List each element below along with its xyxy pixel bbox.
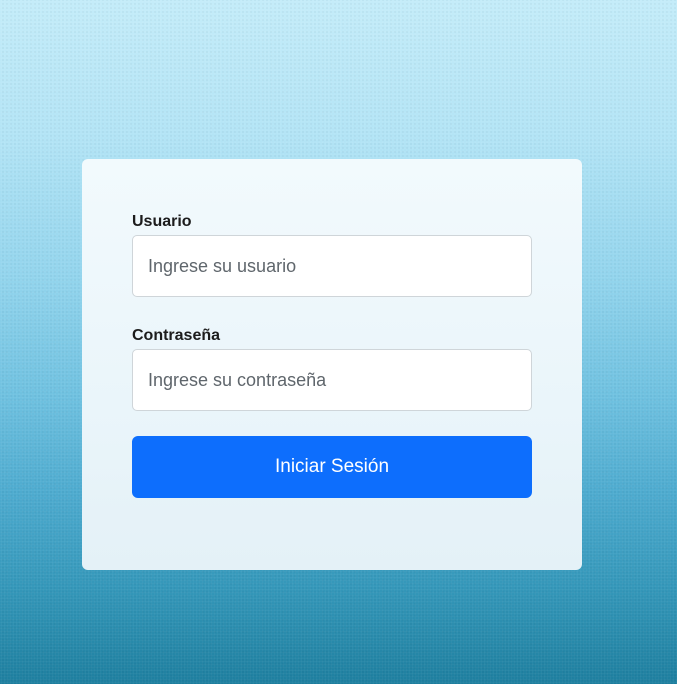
password-label: Contraseña [132,327,221,344]
login-form: Usuario Contraseña Iniciar Sesión [132,211,532,498]
password-input[interactable] [132,349,532,411]
password-group: Contraseña [132,325,532,411]
username-label: Usuario [132,213,192,230]
login-button[interactable]: Iniciar Sesión [132,436,532,498]
username-group: Usuario [132,211,532,297]
login-card: Usuario Contraseña Iniciar Sesión [82,159,582,570]
username-input[interactable] [132,235,532,297]
